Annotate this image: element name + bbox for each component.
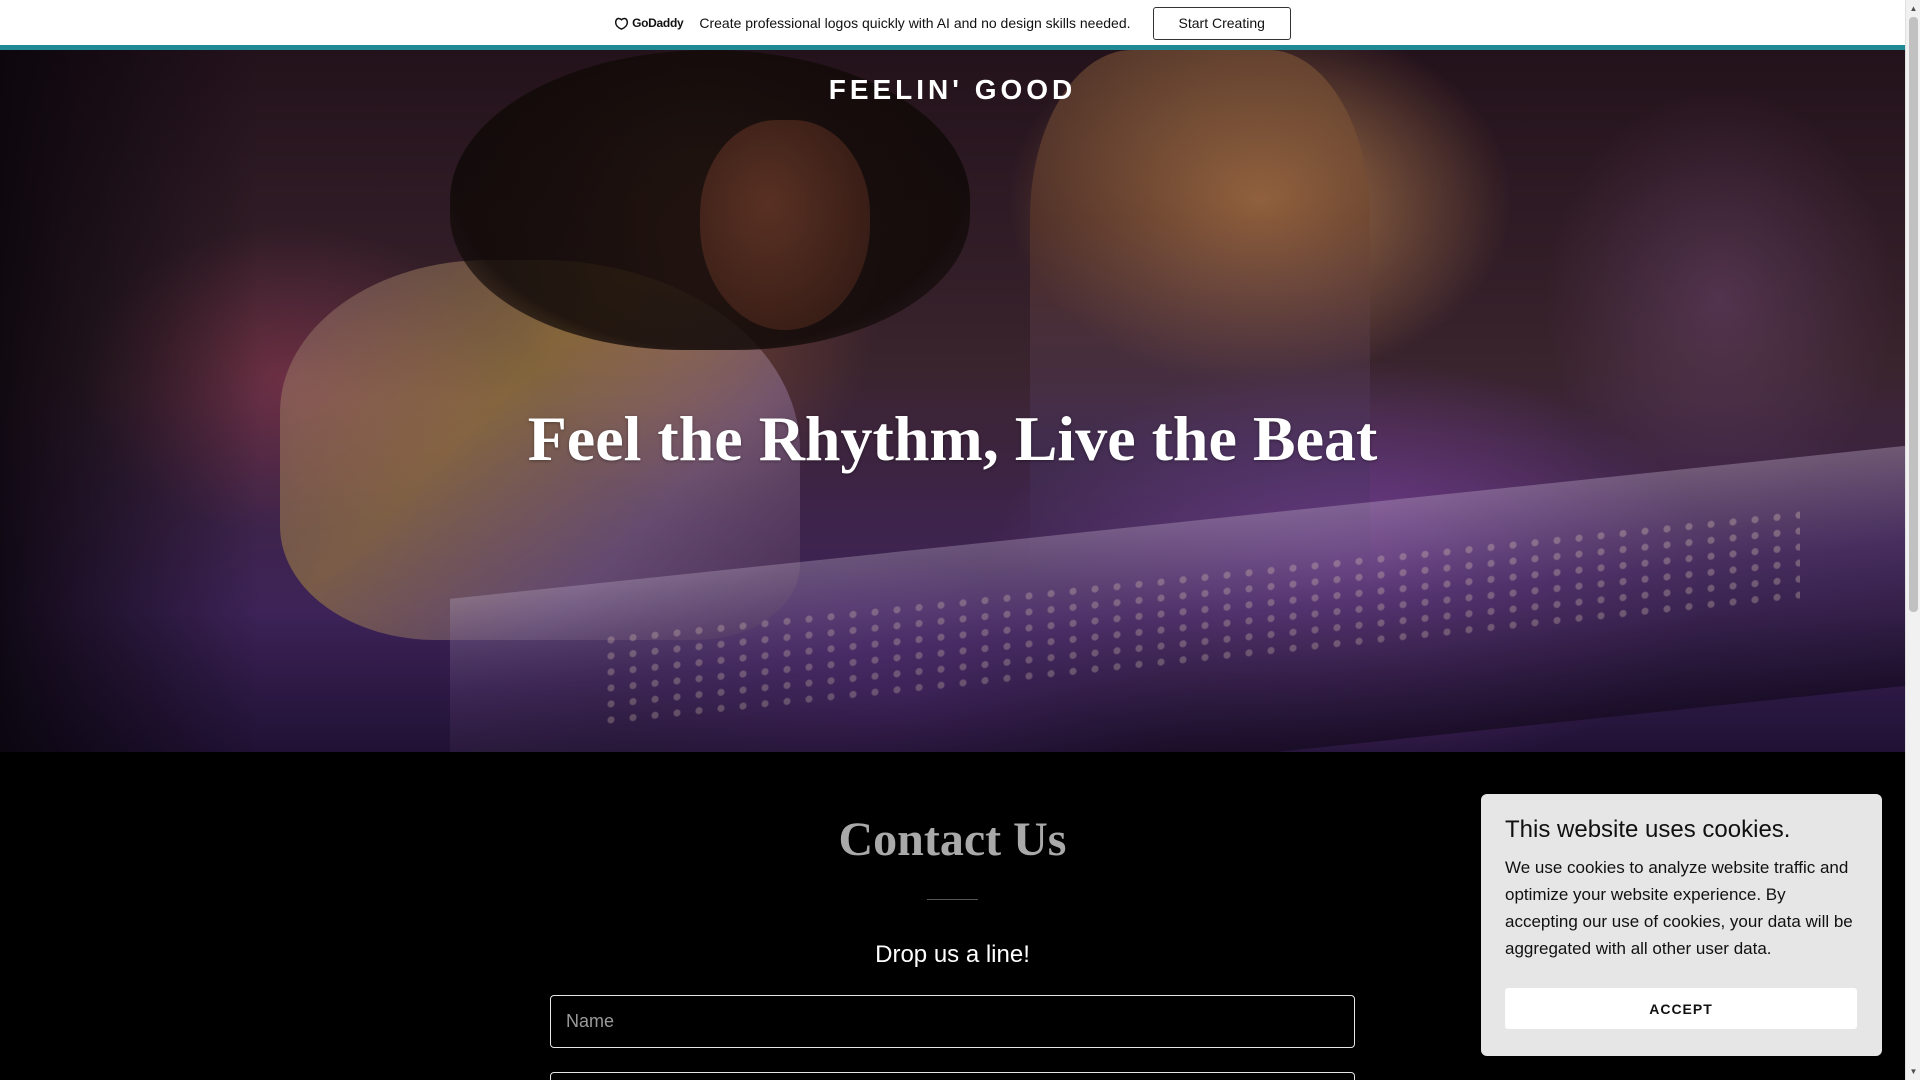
hero-overlay	[0, 50, 1905, 752]
hero-heading: Feel the Rhythm, Live the Beat	[527, 403, 1378, 474]
cookie-body: We use cookies to analyze website traffi…	[1505, 858, 1853, 958]
promo-text: Create professional logos quickly with A…	[699, 15, 1131, 31]
hero-section	[0, 50, 1905, 752]
site-title[interactable]: FEELIN' GOOD	[0, 74, 1905, 106]
start-creating-button[interactable]: Start Creating	[1152, 6, 1291, 40]
promo-banner: GoDaddy Create professional logos quickl…	[0, 0, 1905, 46]
scrollbar-thumb[interactable]	[1909, 17, 1918, 612]
page: GoDaddy Create professional logos quickl…	[0, 0, 1920, 1080]
godaddy-logo[interactable]: GoDaddy	[614, 16, 684, 30]
scroll-up-icon[interactable]: ▲	[1906, 0, 1920, 17]
email-input[interactable]	[550, 1072, 1355, 1080]
cookie-title: This website uses cookies.	[1505, 816, 1791, 843]
name-input[interactable]	[550, 995, 1355, 1048]
scroll-down-icon[interactable]: ▼	[1906, 1063, 1920, 1080]
godaddy-logo-text: GoDaddy	[632, 16, 684, 30]
scrollbar[interactable]: ▲ ▼	[1905, 0, 1920, 1080]
contact-divider	[927, 899, 978, 900]
cookie-banner: This website uses cookies. We use cookie…	[1481, 794, 1882, 1056]
godaddy-icon	[615, 17, 629, 30]
cookie-accept-button[interactable]: ACCEPT	[1505, 988, 1857, 1029]
